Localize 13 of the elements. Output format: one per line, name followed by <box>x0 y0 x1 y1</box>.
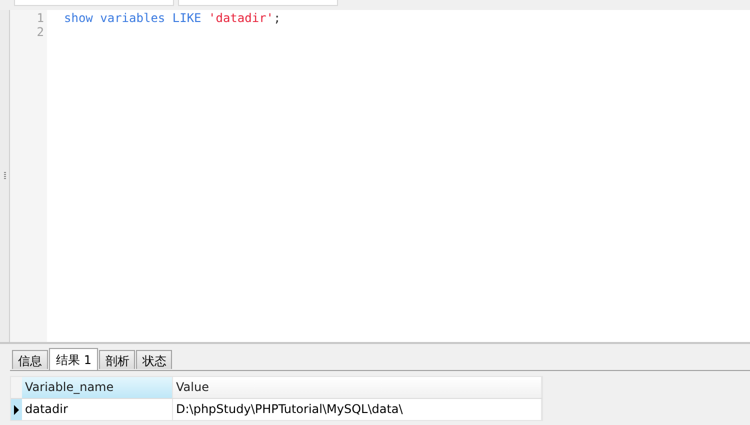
result-tab[interactable]: 信息 <box>12 350 48 369</box>
code-line: show variables LIKE 'datadir'; <box>64 11 281 25</box>
current-row-icon <box>14 404 19 414</box>
splitter-handle[interactable] <box>0 10 10 342</box>
line-number: 1 <box>36 11 45 25</box>
result-tab[interactable]: 状态 <box>136 350 172 369</box>
result-tab[interactable]: 结果 1 <box>49 348 98 370</box>
table-cell: datadir <box>22 399 173 420</box>
table-cell: D:\phpStudy\PHPTutorial\MySQL\data\ <box>173 399 542 420</box>
result-tab[interactable]: 剖析 <box>99 350 136 369</box>
line-number: 2 <box>36 25 45 39</box>
column-header[interactable]: Value <box>173 377 542 398</box>
column-header[interactable]: Variable_name <box>22 377 173 398</box>
